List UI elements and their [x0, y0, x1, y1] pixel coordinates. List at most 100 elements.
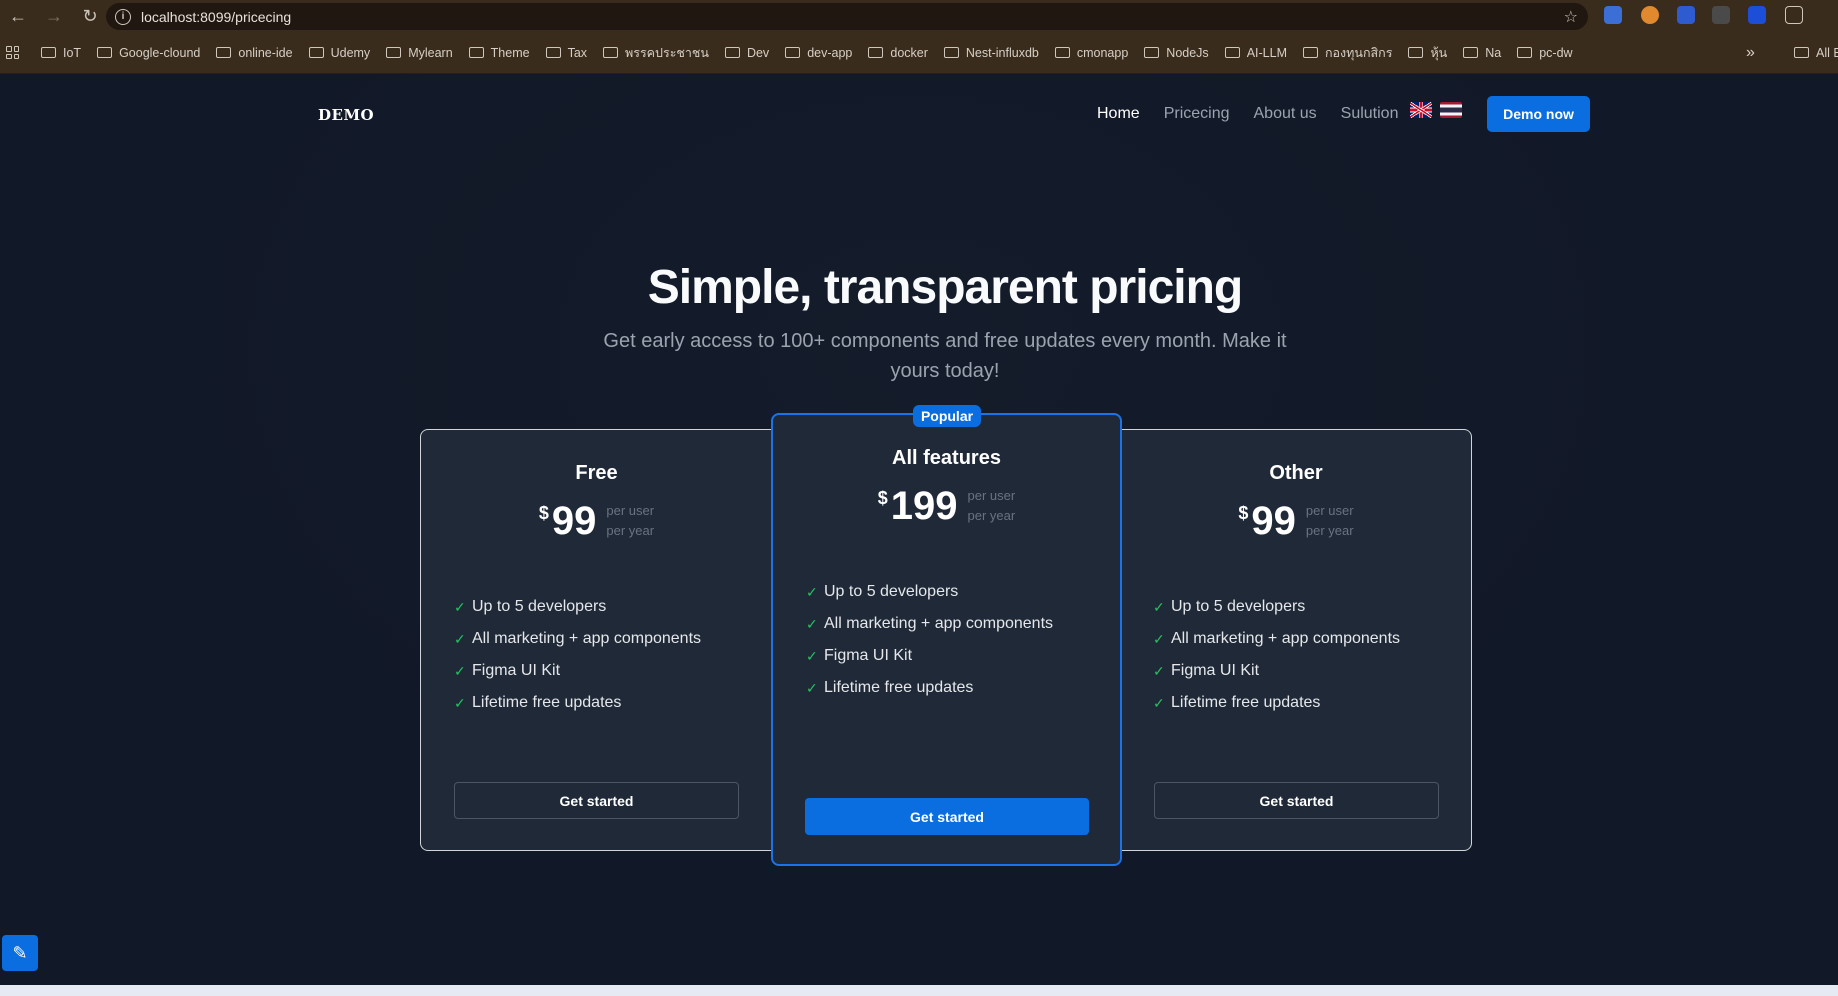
bookmark-label: IoT — [63, 45, 82, 60]
bookmark-folder[interactable]: Nest-influxdb — [943, 46, 1039, 60]
folder-icon — [41, 47, 56, 58]
bookmark-folder[interactable]: Na — [1463, 46, 1501, 60]
folder-icon — [603, 47, 619, 58]
folder-icon — [386, 47, 402, 58]
jh-extension-icon[interactable] — [1677, 6, 1695, 24]
extension-icon[interactable] — [1712, 6, 1730, 24]
bookmark-label: กองทุนกสิกร — [1324, 45, 1393, 60]
extension-icon[interactable] — [1641, 6, 1659, 24]
bookmark-label: พรรคประชาชน — [625, 45, 709, 60]
bookmark-star-icon[interactable]: ☆ — [1564, 7, 1578, 27]
bookmark-label: AI-LLM — [1246, 45, 1287, 60]
check-icon: ✓ — [1153, 630, 1165, 647]
plan-card-other: Other $ 99 per user per year ✓ Up to 5 dev… — [1121, 429, 1472, 851]
bookmark-folder[interactable]: Google-clound — [97, 46, 200, 60]
reload-icon[interactable]: ↻ — [72, 0, 108, 32]
plan-price: $ 199 per user per year — [773, 484, 1120, 528]
bookmark-folder[interactable]: Theme — [468, 46, 530, 60]
bookmark-folder[interactable]: กองทุนกสิกร — [1302, 43, 1393, 63]
translate-extension-icon[interactable] — [1604, 6, 1622, 24]
price-amount: 199 — [890, 484, 958, 528]
nav-pricing[interactable]: Pricecing — [1164, 105, 1230, 123]
feature-item: ✓ Figma UI Kit — [806, 647, 913, 664]
folder-icon — [468, 47, 484, 58]
bookmark-folder[interactable]: docker — [868, 46, 928, 60]
browser-toolbar: ← → ↻ i localhost:8099/pricecing ☆ — [0, 0, 1838, 32]
bookmark-folder[interactable]: dev-app — [785, 46, 852, 60]
check-icon: ✓ — [1153, 598, 1165, 615]
bookmark-folder[interactable]: พรรคประชาชน — [603, 43, 709, 63]
bookmark-label: cmonapp — [1076, 45, 1129, 60]
folder-icon — [1408, 47, 1424, 58]
bookmark-folder[interactable]: Tax — [545, 45, 588, 60]
folder-icon — [308, 47, 324, 58]
folder-icon — [1054, 47, 1070, 58]
theme-customizer-icon[interactable]: ✎ — [2, 935, 38, 971]
nav-home[interactable]: Home — [1097, 105, 1140, 123]
plan-name: Free — [575, 462, 618, 484]
folder-icon — [724, 47, 740, 58]
bookmark-folder[interactable]: IoT — [41, 46, 81, 60]
apps-grid-icon[interactable] — [6, 46, 19, 59]
feature-item: ✓ Lifetime free updates — [1153, 694, 1321, 711]
folder-icon — [1517, 47, 1533, 58]
plan-name: All features — [892, 447, 1001, 469]
folder-icon — [545, 47, 561, 58]
bookmark-folder[interactable]: Dev — [724, 46, 769, 60]
folder-icon — [1224, 47, 1240, 58]
feature-item: ✓ Up to 5 developers — [454, 598, 607, 615]
feature-list: ✓ Up to 5 developers ✓ All marketing + app… — [1153, 591, 1400, 719]
plan-card-all-features: All features $ 199 per user per year ✓ Up … — [771, 413, 1122, 866]
bookmark-folder[interactable]: Mylearn — [386, 46, 453, 60]
address-bar[interactable]: i localhost:8099/pricecing ☆ — [106, 3, 1588, 30]
forward-icon[interactable]: → — [36, 0, 72, 32]
get-started-button[interactable]: Get started — [805, 798, 1089, 835]
extensions-puzzle-icon[interactable] — [1785, 6, 1803, 24]
check-icon: ✓ — [454, 662, 466, 679]
currency-symbol: $ — [877, 488, 888, 508]
m-extension-icon[interactable] — [1748, 6, 1766, 24]
bookmark-folder[interactable]: หุ้น — [1408, 43, 1447, 63]
feature-item: ✓ Up to 5 developers — [1153, 598, 1306, 615]
bookmark-folder[interactable]: Udemy — [308, 46, 370, 60]
get-started-button[interactable]: Get started — [1154, 782, 1439, 819]
bookmark-folder[interactable]: pc-dw — [1517, 46, 1573, 60]
bookmark-folder[interactable]: cmonapp — [1054, 45, 1129, 60]
check-icon: ✓ — [806, 615, 818, 632]
demo-now-button[interactable]: Demo now — [1487, 96, 1590, 132]
site-info-icon[interactable]: i — [115, 8, 131, 25]
folder-icon — [868, 47, 884, 58]
check-icon: ✓ — [806, 679, 818, 696]
all-bookmarks-folder[interactable]: All B — [1794, 46, 1838, 60]
check-icon: ✓ — [454, 598, 466, 615]
feature-item: ✓ Figma UI Kit — [1153, 662, 1260, 679]
folder-icon — [97, 47, 113, 58]
site-logo[interactable]: DEMO — [318, 106, 374, 124]
get-started-button[interactable]: Get started — [454, 782, 739, 819]
bookmark-label: Na — [1485, 45, 1502, 60]
currency-symbol: $ — [1238, 503, 1249, 523]
back-icon[interactable]: ← — [0, 0, 36, 32]
nav-about-us[interactable]: About us — [1254, 105, 1317, 123]
url-text[interactable]: localhost:8099/pricecing — [141, 9, 291, 25]
price-period: per user per year — [967, 488, 1016, 523]
bookmarks-overflow-icon[interactable]: » — [1746, 44, 1755, 62]
plan-price: $ 99 per user per year — [1121, 499, 1471, 543]
thai-flag-icon[interactable] — [1440, 102, 1463, 118]
feature-item: ✓ All marketing + app components — [454, 630, 702, 647]
folder-icon — [1794, 47, 1809, 58]
price-period: per user per year — [1305, 503, 1354, 538]
bookmarks-bar: IoT Google-clound online-ide Udemy Mylearn Th… — [0, 32, 1838, 74]
check-icon: ✓ — [806, 583, 818, 600]
nav-solution[interactable]: Sulution — [1341, 105, 1399, 123]
bookmark-folder[interactable]: NodeJs — [1144, 46, 1209, 60]
bookmark-folder[interactable]: online-ide — [216, 46, 293, 60]
popular-badge: Popular — [913, 405, 981, 427]
check-icon: ✓ — [1153, 662, 1165, 679]
uk-flag-icon[interactable] — [1410, 102, 1433, 118]
page-bottom-strip — [0, 985, 1838, 996]
bookmark-label: Tax — [567, 45, 588, 60]
price-period: per user per year — [606, 503, 655, 538]
bookmark-folder[interactable]: AI-LLM — [1224, 45, 1287, 60]
folder-icon — [1463, 47, 1479, 58]
